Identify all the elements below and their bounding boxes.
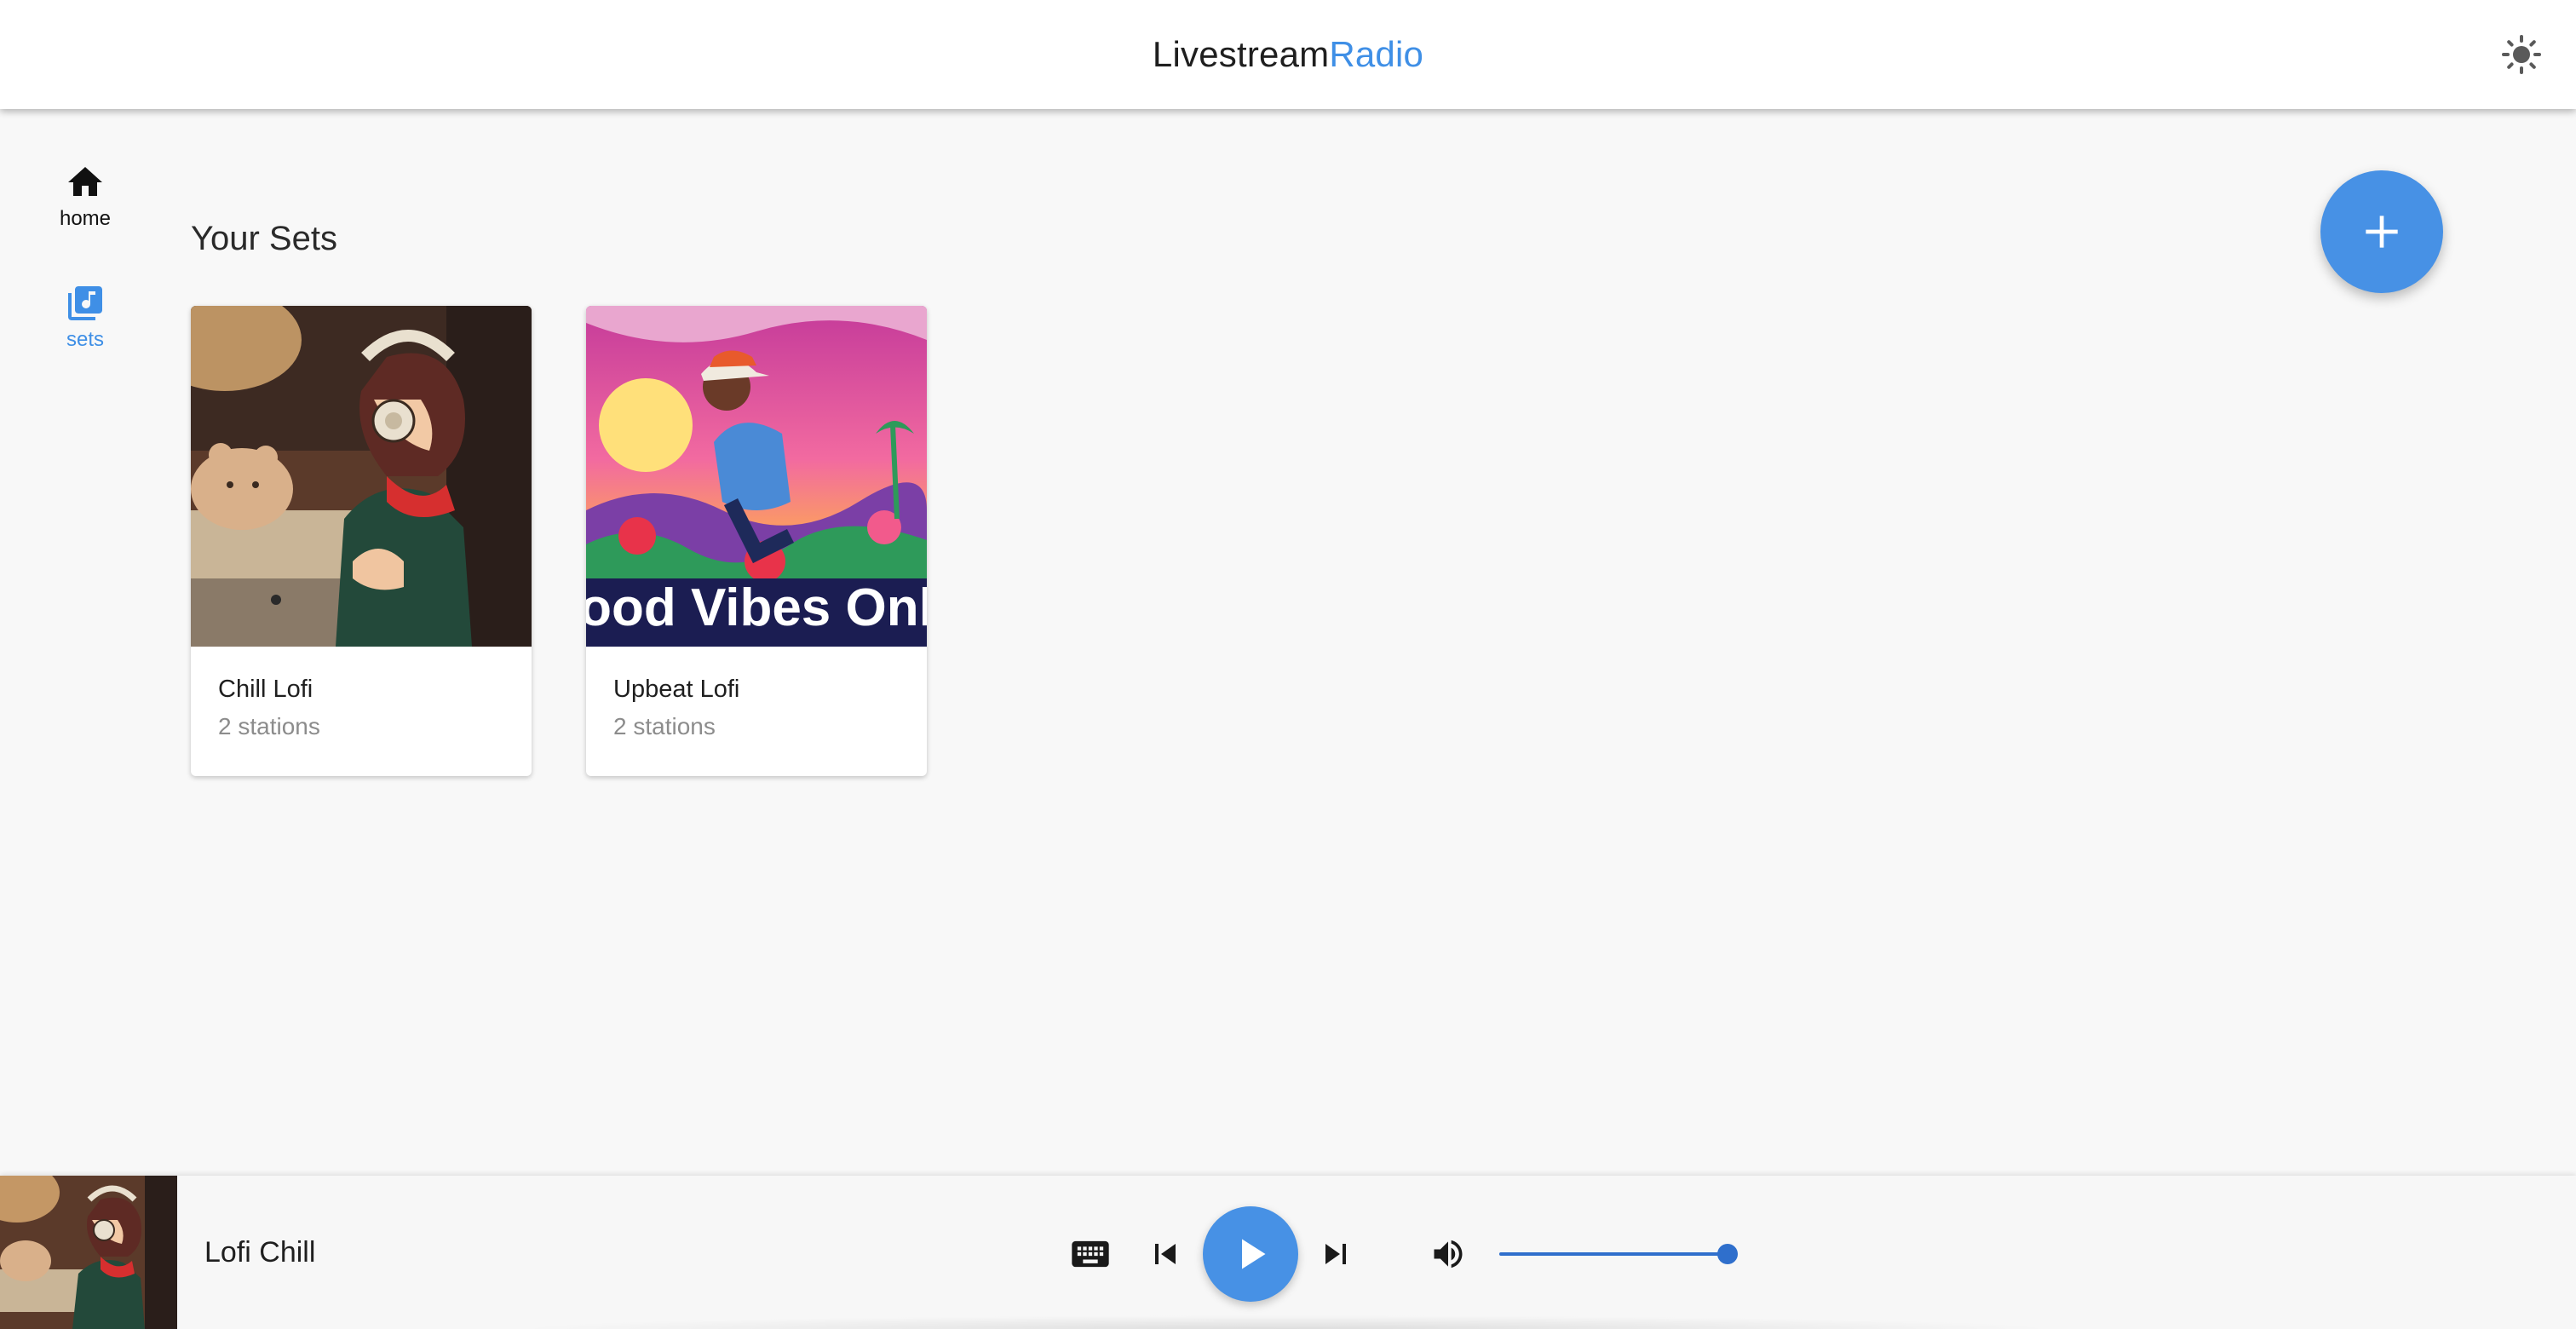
nav-item-sets-label: sets (66, 328, 104, 351)
volume-button[interactable] (1424, 1230, 1472, 1278)
next-button[interactable] (1312, 1230, 1360, 1278)
player-bar: Lofi Chill (0, 1176, 2576, 1329)
page-title: Your Sets (191, 220, 337, 257)
keyboard-icon (1072, 1240, 1109, 1268)
now-playing-title: Lofi Chill (204, 1236, 316, 1269)
sun-icon (2502, 35, 2541, 74)
previous-button[interactable] (1141, 1230, 1189, 1278)
lofi-girl-studying-artwork (191, 306, 532, 647)
set-card-chill-lofi[interactable]: Chill Lofi 2 stations (191, 306, 532, 776)
app-bar: LivestreamRadio (0, 0, 2576, 109)
set-card-upbeat-lofi[interactable]: ood Vibes Onl Upbeat Lofi 2 stations (586, 306, 927, 776)
app-title: LivestreamRadio (0, 29, 2576, 80)
nav-item-home[interactable]: home (34, 162, 136, 232)
set-card-title: Upbeat Lofi (613, 676, 740, 703)
home-icon (68, 167, 102, 196)
volume-icon (1434, 1240, 1463, 1269)
play-button[interactable] (1203, 1206, 1298, 1302)
set-card-title: Chill Lofi (218, 676, 313, 703)
skip-previous-icon (1155, 1244, 1176, 1264)
keyboard-shortcuts-button[interactable] (1067, 1230, 1114, 1278)
skip-next-icon (1325, 1244, 1346, 1264)
set-card-station-count: 2 stations (218, 713, 320, 739)
app-title-primary: Livestream (1152, 34, 1330, 74)
volume-slider-fill (1499, 1252, 1728, 1256)
volume-slider[interactable] (1499, 1244, 1738, 1264)
now-playing-artwork[interactable] (0, 1176, 177, 1329)
nav-item-home-label: home (59, 207, 112, 230)
set-card-station-count: 2 stations (613, 713, 716, 739)
app-title-accent: Radio (1329, 34, 1424, 74)
nav-item-sets[interactable]: sets (34, 283, 136, 353)
volume-slider-thumb[interactable] (1717, 1244, 1738, 1264)
library-music-icon (68, 286, 102, 320)
add-set-button[interactable] (2320, 170, 2443, 293)
plus-icon (2366, 216, 2398, 248)
good-vibes-cyclist-artwork: ood Vibes Onl (586, 306, 927, 647)
theme-toggle-button[interactable] (2491, 24, 2552, 85)
player-shadow (511, 1315, 2061, 1329)
good-vibes-artwork-text: ood Vibes Onl (586, 578, 927, 637)
play-icon (1242, 1239, 1266, 1269)
